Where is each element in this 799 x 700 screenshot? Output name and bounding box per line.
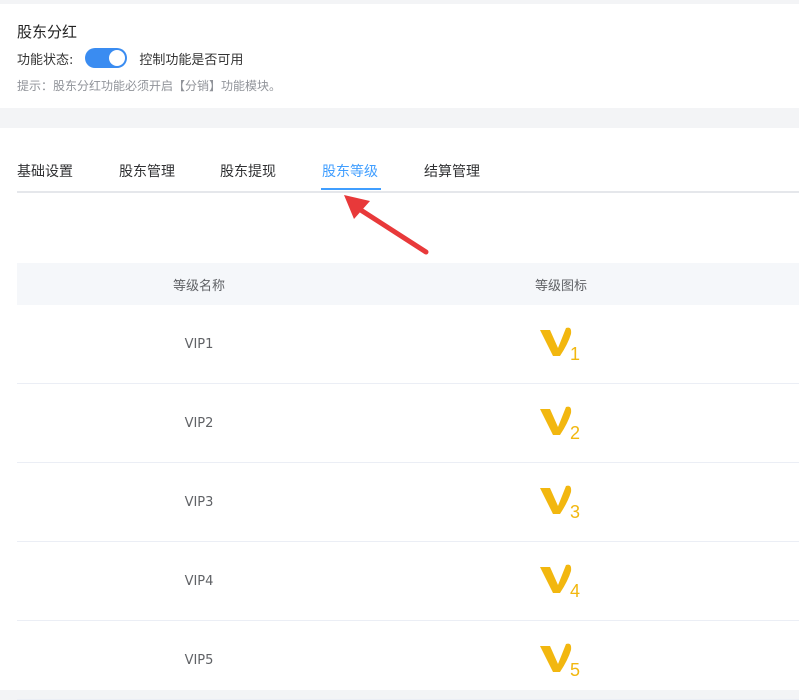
vip-level-number: 3 — [570, 502, 580, 520]
tab-bar: 基础设置 股东管理 股东提现 股东等级 结算管理 — [17, 128, 799, 193]
level-icon-cell: 3 — [381, 480, 741, 524]
toggle-knob — [109, 50, 126, 66]
vip-level-icon: 5 — [538, 638, 584, 678]
tab-settlement-management[interactable]: 结算管理 — [424, 161, 480, 181]
column-header-level-icon: 等级图标 — [534, 278, 587, 294]
level-icon-cell: 1 — [381, 322, 741, 366]
hint-text: 提示：股东分红功能必须开启【分销】功能模块。 — [17, 79, 282, 93]
tab-shareholder-withdrawal[interactable]: 股东提现 — [220, 161, 276, 181]
table-row: VIP5 5 — [17, 621, 799, 700]
level-name-cell: VIP4 — [184, 573, 214, 589]
tab-shareholder-levels[interactable]: 股东等级 — [322, 161, 378, 181]
vip-level-icon: 3 — [538, 480, 584, 520]
active-tab-indicator — [321, 188, 381, 190]
vip-level-icon: 2 — [538, 401, 584, 441]
vip-level-number: 5 — [570, 660, 580, 678]
feature-toggle[interactable] — [85, 48, 128, 68]
toggle-description: 控制功能是否可用 — [139, 52, 244, 68]
table-header: 等级名称 等级图标 — [17, 263, 799, 305]
column-header-level-name: 等级名称 — [172, 278, 225, 294]
status-row: 功能状态: 控制功能是否可用 — [17, 47, 243, 69]
level-icon-cell: 4 — [381, 559, 741, 603]
vip-level-number: 4 — [570, 581, 580, 599]
level-name-cell: VIP2 — [184, 415, 214, 431]
table-row: VIP4 4 — [17, 542, 799, 621]
vip-level-icon: 4 — [538, 559, 584, 599]
feature-settings-panel: 股东分红 功能状态: 控制功能是否可用 提示：股东分红功能必须开启【分销】功能模… — [0, 4, 799, 108]
level-icon-cell: 2 — [381, 401, 741, 445]
level-name-cell: VIP5 — [184, 652, 214, 668]
main-panel: 基础设置 股东管理 股东提现 股东等级 结算管理 等级名称 等级图标 VIP1 … — [0, 128, 799, 700]
level-table: 等级名称 等级图标 VIP1 1 VIP2 2 VIP3 3 VIP4 4 VI… — [17, 263, 799, 700]
vip-level-icon: 1 — [538, 322, 584, 362]
level-name-cell: VIP3 — [184, 494, 214, 510]
tab-basic-settings[interactable]: 基础设置 — [17, 161, 73, 181]
table-row: VIP2 2 — [17, 384, 799, 463]
vip-level-number: 2 — [570, 423, 580, 441]
level-name-cell: VIP1 — [184, 336, 214, 352]
page-title: 股东分红 — [17, 23, 78, 41]
vip-level-number: 1 — [570, 344, 580, 362]
tab-shareholder-management[interactable]: 股东管理 — [119, 161, 175, 181]
level-icon-cell: 5 — [381, 638, 741, 682]
table-row: VIP1 1 — [17, 305, 799, 384]
table-row: VIP3 3 — [17, 463, 799, 542]
status-label: 功能状态: — [17, 52, 74, 68]
